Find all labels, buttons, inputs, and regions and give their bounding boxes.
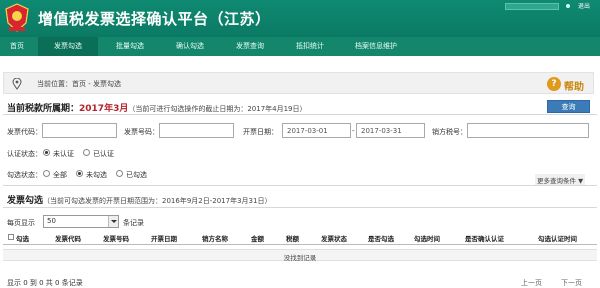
breadcrumb-text: 当前位置：首页 - 发票勾选: [37, 80, 121, 88]
breadcrumb: 当前位置：首页 - 发票勾选 ? 帮助: [3, 72, 594, 94]
select-unselected-radio[interactable]: [76, 170, 83, 177]
nav-archive-maintenance[interactable]: 档案信息维护: [342, 37, 410, 56]
col-header: 开票日期: [151, 235, 177, 243]
tax-logo-icon: [5, 3, 29, 32]
section-note: （当前可勾选发票的开票日期范围为：2016年9月2日-2017年3月31日）: [43, 197, 272, 205]
col-header: 勾选时间: [414, 235, 440, 243]
query-button[interactable]: 查询: [547, 100, 590, 113]
question-icon: ?: [547, 77, 561, 91]
logout-link[interactable]: 退出: [578, 1, 590, 10]
table-header: 勾选 发票代码 发票号码 开票日期 销方名称 金额 税额 发票状态 是否勾选 勾…: [3, 230, 597, 245]
tax-period-note: （当前可进行勾选操作的截止日期为：2017年4月19日）: [128, 105, 307, 113]
app-title: 增值税发票选择确认平台（江苏）: [38, 10, 271, 28]
location-pin-icon: [12, 78, 22, 90]
divider: [3, 185, 597, 186]
select-all-label: 全部: [53, 171, 67, 179]
col-header: 是否勾选: [368, 235, 394, 243]
nav-batch-select[interactable]: 批量勾选: [102, 37, 158, 56]
invoice-code-label: 发票代码：: [7, 128, 42, 136]
table-empty-row: 没找到记录: [3, 249, 597, 262]
select-status-label: 勾选状态：: [7, 171, 42, 179]
tax-period: 当前税款所属期：2017年3月（当前可进行勾选操作的截止日期为：2017年4月1…: [7, 101, 307, 114]
seller-tax-label: 销方税号：: [432, 128, 467, 136]
invoice-code-input[interactable]: [42, 123, 117, 138]
tax-period-month: 2017年3月: [79, 104, 129, 114]
select-selected-label: 已勾选: [126, 171, 147, 179]
col-header: 发票号码: [103, 235, 129, 243]
select-unselected-label: 未勾选: [86, 171, 107, 179]
section-title: 发票勾选（当前可勾选发票的开票日期范围为：2016年9月2日-2017年3月31…: [7, 193, 271, 206]
nav-deduction-stats[interactable]: 抵扣统计: [282, 37, 338, 56]
help-label: 帮助: [564, 82, 584, 93]
col-header: 发票状态: [321, 235, 347, 243]
main-nav: 首页 发票勾选 批量勾选 确认勾选 发票查询 抵扣统计 档案信息维护: [0, 37, 600, 56]
header-status-dot: [566, 4, 570, 8]
col-header: 勾选认证时间: [538, 235, 577, 243]
col-header: 发票代码: [55, 235, 81, 243]
select-all-radio[interactable]: [43, 170, 50, 177]
paging-info: 显示 0 到 0 共 0 条记录: [7, 279, 83, 287]
chevron-down-icon: [108, 216, 118, 227]
date-to-input[interactable]: [356, 123, 425, 138]
issue-date-label: 开票日期：: [243, 128, 278, 136]
select-all-checkbox[interactable]: [8, 234, 14, 240]
per-page-select[interactable]: 50: [43, 215, 119, 228]
per-page-unit: 条记录: [123, 219, 144, 227]
tax-period-label: 当前税款所属期：: [7, 104, 80, 114]
date-separator: -: [352, 127, 355, 135]
cert-verified-label: 已认证: [93, 150, 114, 158]
divider: [3, 114, 597, 115]
seller-tax-input[interactable]: [467, 123, 589, 138]
prev-page-link[interactable]: 上一页: [521, 278, 542, 288]
col-header: 税额: [286, 235, 299, 243]
invoice-number-label: 发票号码：: [124, 128, 159, 136]
select-selected-radio[interactable]: [116, 170, 123, 177]
nav-home[interactable]: 首页: [0, 37, 34, 56]
col-header: 销方名称: [202, 235, 228, 243]
cert-unverified-label: 未认证: [53, 150, 74, 158]
col-header: 是否确认认证: [465, 235, 504, 243]
cert-unverified-radio[interactable]: [43, 149, 50, 156]
date-from-input[interactable]: [282, 123, 351, 138]
empty-text: 没找到记录: [283, 254, 317, 262]
invoice-number-input[interactable]: [159, 123, 234, 138]
next-page-link[interactable]: 下一页: [561, 278, 582, 288]
per-page-label: 每页显示: [7, 219, 35, 227]
section-title-text: 发票勾选: [7, 196, 44, 206]
per-page-value: 50: [47, 217, 56, 225]
header-user-box: [505, 3, 559, 10]
nav-invoice-select[interactable]: 发票勾选: [38, 37, 98, 56]
cert-status-label: 认证状态：: [7, 150, 42, 158]
divider: [3, 207, 597, 208]
col-header: 勾选: [16, 235, 29, 243]
nav-confirm-select[interactable]: 确认勾选: [162, 37, 218, 56]
nav-invoice-query[interactable]: 发票查询: [222, 37, 278, 56]
col-header: 金额: [251, 235, 264, 243]
app-header: 增值税发票选择确认平台（江苏） 退出: [0, 0, 600, 37]
cert-verified-radio[interactable]: [83, 149, 90, 156]
